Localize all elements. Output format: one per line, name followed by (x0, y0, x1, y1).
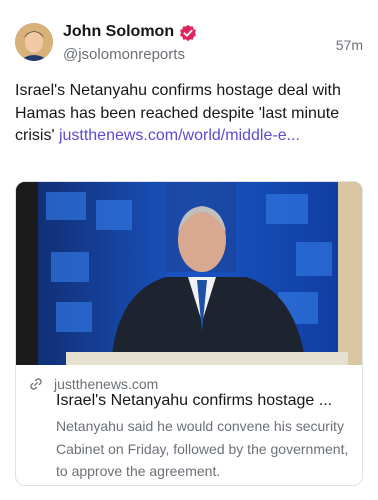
card-description: Netanyahu said he would convene his secu… (56, 418, 349, 479)
card-image[interactable] (16, 182, 362, 365)
card-domain: justthenews.com (54, 376, 159, 392)
card-title[interactable]: Israel's Netanyahu confirms hostage ... (56, 392, 356, 410)
link-icon (30, 378, 42, 390)
social-post: John Solomon @jsolomonreports 57m Israel… (0, 0, 378, 500)
author-handle[interactable]: @jsolomonreports (63, 46, 185, 63)
author-avatar[interactable] (15, 23, 53, 61)
author-name[interactable]: John Solomon (63, 23, 174, 41)
post-link[interactable]: justthenews.com/world/middle-e... (59, 127, 300, 144)
post-body: Israel's Netanyahu confirms hostage deal… (15, 80, 365, 148)
post-timestamp[interactable]: 57m (336, 37, 363, 53)
verified-badge-icon (180, 24, 196, 42)
link-preview-card[interactable]: justthenews.com Israel's Netanyahu confi… (15, 181, 363, 486)
card-domain-row: justthenews.com (28, 375, 158, 393)
